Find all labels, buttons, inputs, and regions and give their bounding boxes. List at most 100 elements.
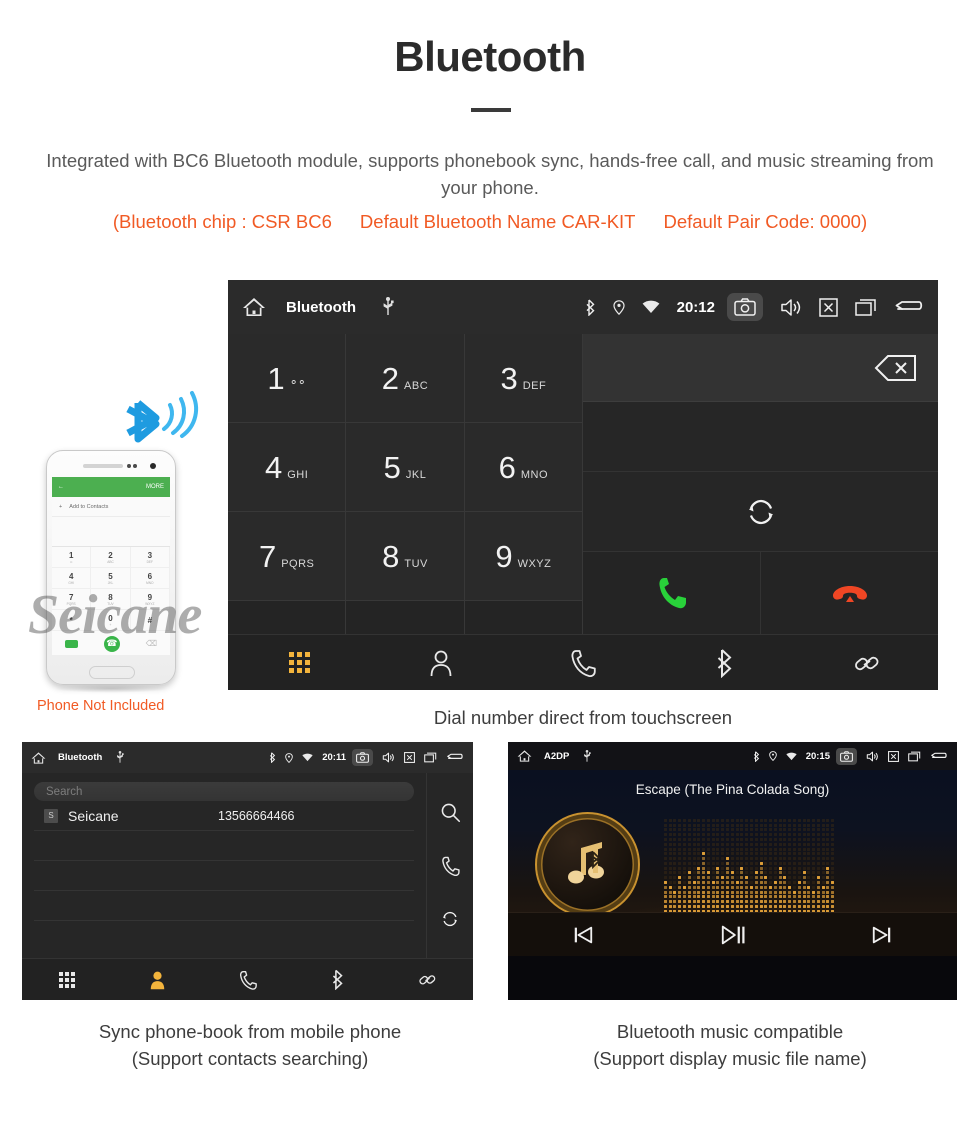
nav-keypad[interactable] <box>228 652 370 673</box>
nav-call-log[interactable] <box>202 970 292 990</box>
home-icon[interactable] <box>517 749 532 763</box>
equalizer-dot <box>754 828 758 832</box>
phone-key: * <box>52 610 92 631</box>
equalizer-dot <box>764 847 768 851</box>
previous-track-button[interactable] <box>508 924 658 946</box>
equalizer-dot <box>797 818 801 822</box>
back-icon[interactable] <box>930 751 948 762</box>
dial-key-7[interactable]: 7 PQRS <box>228 512 347 601</box>
equalizer-dot <box>773 900 777 904</box>
equalizer-dot <box>778 881 782 885</box>
equalizer-dot <box>797 838 801 842</box>
phone-key-letters: MNO <box>146 580 154 585</box>
dial-key-5[interactable]: 5 JKL <box>346 423 465 512</box>
close-box-icon[interactable] <box>404 752 415 763</box>
contact-row[interactable]: S Seicane 13566664466 <box>34 801 414 831</box>
home-icon[interactable] <box>31 751 46 765</box>
equalizer-dot <box>673 904 677 908</box>
dial-key-2[interactable]: 2 ABC <box>346 334 465 423</box>
home-icon[interactable] <box>242 296 266 318</box>
equalizer-dot <box>716 885 720 889</box>
equalizer-dot <box>692 833 696 837</box>
call-end-button[interactable] <box>761 552 938 634</box>
dial-key-6[interactable]: 6 MNO <box>464 423 583 512</box>
call-answer-button[interactable] <box>583 552 761 634</box>
equalizer-dot <box>740 895 744 899</box>
equalizer-dot <box>697 838 701 842</box>
phone-key-digit: 9 <box>147 592 153 602</box>
sync-icon[interactable] <box>440 909 460 929</box>
equalizer-dot <box>663 861 667 865</box>
dial-key-3[interactable]: 3 DEF <box>464 334 583 423</box>
equalizer-dot <box>821 890 825 894</box>
equalizer-dot <box>821 847 825 851</box>
equalizer-dot <box>673 890 677 894</box>
back-icon[interactable] <box>446 752 464 763</box>
next-track-button[interactable] <box>807 924 957 946</box>
key-letters: PQRS <box>281 557 315 570</box>
phone-key-digit: 8 <box>108 592 113 602</box>
volume-icon[interactable] <box>866 751 879 762</box>
equalizer-dot <box>673 823 677 827</box>
equalizer-dot <box>769 828 773 832</box>
equalizer-dot <box>726 885 730 889</box>
camera-icon[interactable] <box>727 293 763 321</box>
nav-bluetooth[interactable] <box>293 969 383 990</box>
nav-call-log[interactable] <box>512 649 654 677</box>
search-icon[interactable] <box>440 802 461 823</box>
recent-apps-icon[interactable] <box>855 298 877 317</box>
equalizer-dot <box>816 871 820 875</box>
equalizer-dot <box>697 900 701 904</box>
nav-link[interactable] <box>796 648 938 678</box>
equalizer-dot <box>764 900 768 904</box>
equalizer-dot <box>754 823 758 827</box>
equalizer-dot <box>687 857 691 861</box>
dial-key-8[interactable]: 8 TUV <box>346 512 465 601</box>
camera-icon[interactable] <box>352 749 373 766</box>
phone-key: 6 MNO <box>130 568 170 589</box>
equalizer-dot <box>683 895 687 899</box>
equalizer-dot <box>692 890 696 894</box>
equalizer-dot <box>759 861 763 865</box>
equalizer-dot <box>683 823 687 827</box>
dial-key-9[interactable]: 9 WXYZ <box>464 512 583 601</box>
volume-icon[interactable] <box>382 752 395 763</box>
dialer-sync-row[interactable] <box>583 472 938 552</box>
equalizer-dot <box>759 838 763 842</box>
volume-icon[interactable] <box>780 298 802 317</box>
equalizer-dot <box>721 895 725 899</box>
equalizer-dot <box>687 904 691 908</box>
equalizer-dot <box>769 895 773 899</box>
search-input[interactable]: Search <box>34 782 414 801</box>
equalizer-dot <box>668 876 672 880</box>
recent-apps-icon[interactable] <box>424 752 437 763</box>
phone-key: # <box>130 610 170 631</box>
nav-keypad[interactable] <box>22 971 112 988</box>
number-display[interactable] <box>583 334 938 402</box>
nav-contacts[interactable] <box>112 970 202 990</box>
recent-apps-icon[interactable] <box>908 751 921 762</box>
nav-link[interactable] <box>383 969 473 990</box>
equalizer-dot <box>792 881 796 885</box>
equalizer-dot <box>812 876 816 880</box>
close-box-icon[interactable] <box>819 297 838 317</box>
equalizer-dot <box>711 842 715 846</box>
equalizer-dot <box>702 861 706 865</box>
camera-icon[interactable] <box>836 747 857 765</box>
nav-bluetooth[interactable] <box>654 648 796 678</box>
equalizer-dot <box>735 885 739 889</box>
call-log-icon[interactable] <box>441 856 460 876</box>
next-track-icon <box>871 924 893 946</box>
play-pause-button[interactable] <box>658 922 808 948</box>
backspace-icon[interactable] <box>874 353 918 383</box>
dial-key-1[interactable]: 1 ∘∘ <box>228 334 347 423</box>
music-title: A2DP <box>544 750 570 762</box>
nav-contacts[interactable] <box>370 649 512 677</box>
back-icon[interactable] <box>894 298 924 317</box>
dial-key-4[interactable]: 4 GHI <box>228 423 347 512</box>
close-box-icon[interactable] <box>888 750 899 762</box>
equalizer-dot <box>788 852 792 856</box>
dialer-title: Bluetooth <box>286 298 356 316</box>
sync-icon[interactable] <box>744 495 778 529</box>
equalizer-dot <box>716 842 720 846</box>
